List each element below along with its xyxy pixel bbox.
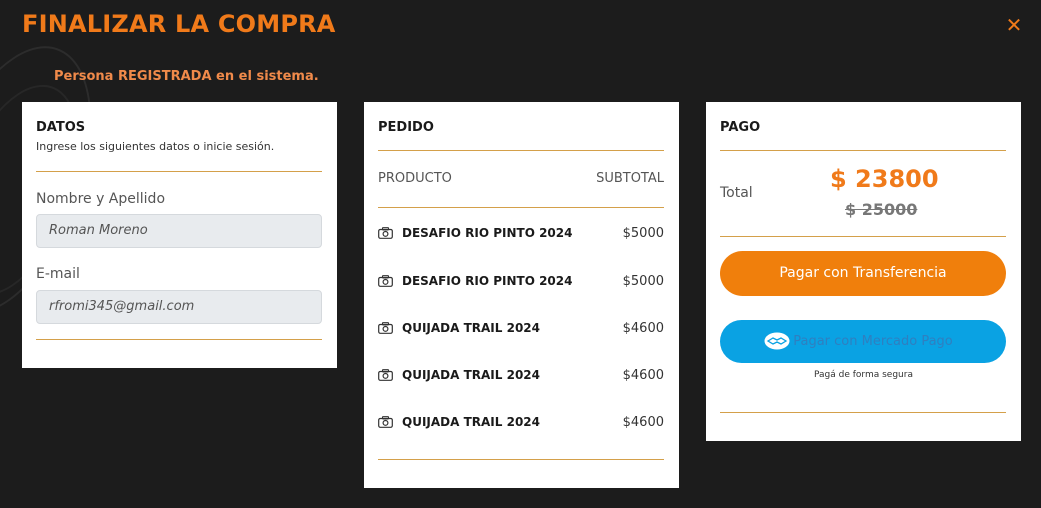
divider — [378, 207, 664, 208]
product-price: $4600 — [622, 321, 664, 336]
registered-notice: Persona REGISTRADA en el sistema. — [54, 69, 319, 84]
email-field[interactable]: rfromi345@gmail.com — [36, 290, 322, 324]
divider — [378, 150, 664, 151]
name-field[interactable]: Roman Moreno — [36, 214, 322, 248]
product-price: $5000 — [622, 226, 664, 241]
product-name: QUIJADA TRAIL 2024 — [402, 415, 540, 429]
camera-icon — [378, 322, 393, 334]
product-price: $4600 — [622, 368, 664, 383]
divider — [36, 171, 322, 172]
handshake-icon — [764, 332, 790, 350]
datos-title: DATOS — [36, 120, 86, 135]
datos-card: DATOS Ingrese los siguientes datos o ini… — [22, 102, 337, 368]
list-item: QUIJADA TRAIL 2024 $4600 — [378, 367, 664, 387]
close-icon[interactable]: ✕ — [1005, 15, 1023, 35]
divider — [36, 339, 322, 340]
product-name: DESAFIO RIO PINTO 2024 — [402, 226, 573, 240]
product-name: QUIJADA TRAIL 2024 — [402, 321, 540, 335]
product-name: QUIJADA TRAIL 2024 — [402, 368, 540, 382]
divider — [720, 150, 1006, 151]
name-label: Nombre y Apellido — [36, 191, 166, 207]
product-name: DESAFIO RIO PINTO 2024 — [402, 274, 573, 288]
pedido-title: PEDIDO — [378, 120, 434, 135]
list-item: DESAFIO RIO PINTO 2024 $5000 — [378, 273, 664, 293]
product-price: $4600 — [622, 415, 664, 430]
pedido-card: PEDIDO PRODUCTO SUBTOTAL DESAFIO RIO PIN… — [364, 102, 679, 488]
email-label: E-mail — [36, 266, 80, 282]
total-label: Total — [720, 185, 753, 201]
list-item: DESAFIO RIO PINTO 2024 $5000 — [378, 225, 664, 245]
pay-transfer-button[interactable]: Pagar con Transferencia — [720, 251, 1006, 296]
camera-icon — [378, 369, 393, 381]
total-price: $ 23800 — [830, 165, 939, 193]
datos-subtitle: Ingrese los siguientes datos o inicie se… — [36, 140, 275, 153]
camera-icon — [378, 416, 393, 428]
pay-mercado-pago-button[interactable]: Pagar con Mercado Pago — [720, 320, 1006, 363]
divider — [720, 412, 1006, 413]
camera-icon — [378, 275, 393, 287]
mp-button-label: Pagar con Mercado Pago — [793, 334, 953, 349]
original-price: $ 25000 — [845, 200, 918, 219]
divider — [378, 459, 664, 460]
list-item: QUIJADA TRAIL 2024 $4600 — [378, 414, 664, 434]
secure-text: Pagá de forma segura — [814, 370, 913, 380]
product-price: $5000 — [622, 274, 664, 289]
column-header-subtotal: SUBTOTAL — [596, 171, 664, 186]
camera-icon — [378, 227, 393, 239]
pago-card: PAGO Total $ 23800 $ 25000 Pagar con Tra… — [706, 102, 1021, 441]
page-title: FINALIZAR LA COMPRA — [22, 10, 336, 38]
divider — [720, 236, 1006, 237]
column-header-product: PRODUCTO — [378, 171, 452, 186]
list-item: QUIJADA TRAIL 2024 $4600 — [378, 320, 664, 340]
pago-title: PAGO — [720, 120, 761, 135]
